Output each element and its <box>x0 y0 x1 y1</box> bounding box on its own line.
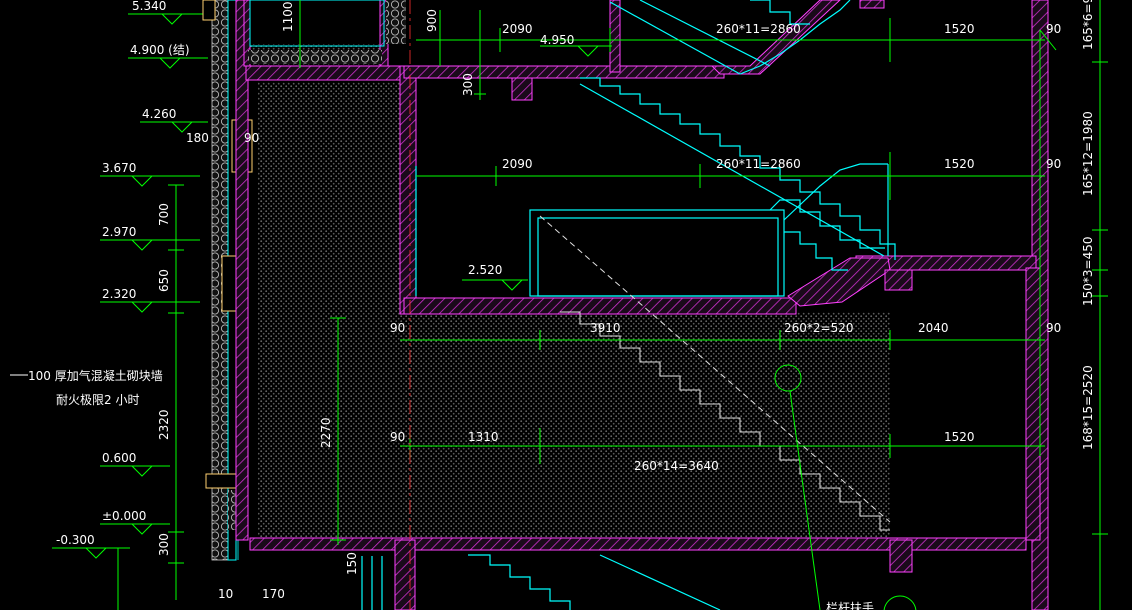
level-triangle <box>131 239 153 251</box>
level-label: 4.900 (结) <box>130 43 190 57</box>
dim-900: 900 <box>425 9 439 32</box>
dim-mid-mid: 260*2=520 <box>784 321 854 335</box>
dim-90-b: 90 <box>390 321 405 335</box>
dim-upper-left: 2090 <box>502 157 533 171</box>
level-label: -0.300 <box>56 533 95 547</box>
dim-300-gap: 300 <box>461 73 475 96</box>
dim-riser-1980: 165*12=1980 <box>1081 111 1095 196</box>
inner-level-marks <box>462 45 612 291</box>
level-label: 3.670 <box>102 161 136 175</box>
dim-mid-right: 2040 <box>918 321 949 335</box>
dim-90-c: 90 <box>390 430 405 444</box>
wall-note-line2: 耐火极限2 小时 <box>56 393 139 407</box>
level-4950: 4.950 <box>540 33 574 47</box>
level-markers: 5.340 4.900 (结) 4.260 3.670 2.970 2.320 0.600 ±… <box>52 0 208 610</box>
level-triangle <box>131 175 153 187</box>
level-triangle <box>159 57 181 69</box>
dim-2320: 2320 <box>157 409 171 440</box>
level-triangle <box>131 465 153 477</box>
railing-note: 栏杆扶手 <box>826 600 874 610</box>
level-2520: 2.520 <box>468 263 502 277</box>
dim-riser-990: 165*6=990 <box>1081 0 1095 50</box>
dim-2270: 2270 <box>319 417 333 448</box>
level-label: ±0.000 <box>102 509 146 523</box>
wall-note-line1: 100 厚加气混凝土砌块墙 <box>28 368 163 383</box>
dim-upper-mid: 260*11=2860 <box>716 157 801 171</box>
dim-riser-450: 150*3=450 <box>1081 237 1095 307</box>
dim-300: 300 <box>157 533 171 556</box>
level-triangle <box>85 547 107 559</box>
dim-90-f: 90 <box>1046 321 1061 335</box>
level-label: 2.320 <box>102 287 136 301</box>
dim-90-e: 90 <box>1046 157 1061 171</box>
dim-upper-right: 1520 <box>944 157 975 171</box>
dim-low-mid: 260*14=3640 <box>634 459 719 473</box>
dim-riser-2520: 168*15=2520 <box>1081 365 1095 450</box>
dim-mid-left: 3910 <box>590 321 621 335</box>
dim-low-left: 1310 <box>468 430 499 444</box>
level-label: 0.600 <box>102 451 136 465</box>
level-triangle <box>131 523 153 535</box>
level-triangle <box>131 301 153 313</box>
landing-fill <box>408 312 890 540</box>
dim-low-right: 1520 <box>944 430 975 444</box>
dim-top-right: 1520 <box>944 22 975 36</box>
cad-stair-section: 5.340 4.900 (结) 4.260 3.670 2.970 2.320 0.600 ±… <box>10 0 1108 610</box>
level-label: 4.260 <box>142 107 176 121</box>
dim-top-mid: 260*11=2860 <box>716 22 801 36</box>
dim-180: 180 <box>186 131 209 145</box>
dim-90-d: 90 <box>1046 22 1061 36</box>
level-label: 2.970 <box>102 225 136 239</box>
dim-700: 700 <box>157 203 171 226</box>
dim-top-left: 2090 <box>502 22 533 36</box>
level-label: 5.340 <box>132 0 166 13</box>
dim-10: 10 <box>218 587 233 601</box>
dim-150: 150 <box>345 552 359 575</box>
dim-170: 170 <box>262 587 285 601</box>
dim-90-a: 90 <box>244 131 259 145</box>
dim-1100: 1100 <box>281 1 295 32</box>
level-triangle <box>161 13 183 25</box>
right-dim-labels: 165*6=990 165*12=1980 150*3=450 168*15=2… <box>1081 0 1095 450</box>
dim-650: 650 <box>157 269 171 292</box>
stair-shaft-fill <box>258 82 408 542</box>
